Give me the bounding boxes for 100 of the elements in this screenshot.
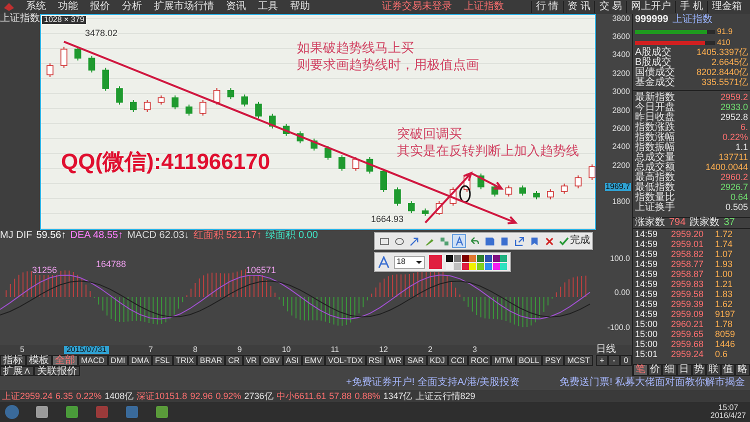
taskbar-app-icon[interactable] [154, 404, 170, 420]
axis-label: 2200 [612, 162, 630, 170]
nav-button[interactable]: 交 易 [594, 1, 626, 13]
palette-swatch[interactable] [477, 254, 484, 262]
palette-swatch[interactable] [500, 254, 508, 262]
stat-value: 137711 [718, 153, 748, 163]
tick-time: 14:59 [635, 290, 659, 298]
palette-swatch[interactable] [484, 254, 492, 262]
stat-value: 6. [740, 123, 748, 133]
palette-swatch[interactable] [484, 262, 492, 270]
candle [172, 94, 178, 110]
palette-swatch[interactable] [492, 262, 500, 270]
ad-link[interactable]: 免费送门票! 私募大佬面对面教你解市揭金 [560, 378, 746, 388]
indicator-tab[interactable]: BRAR [196, 355, 226, 366]
menu-item[interactable]: 扩展市场行情 [154, 1, 214, 13]
current-price-label: 1969.7 [604, 182, 631, 191]
nav-button[interactable]: 手 机 [675, 1, 707, 13]
indicator-tab[interactable]: PSY [542, 355, 564, 366]
menu-item[interactable]: 帮助 [290, 1, 310, 13]
zoom-button[interactable]: - [608, 355, 620, 366]
tool-button[interactable] [512, 234, 526, 248]
tick-volume: 0.6 [715, 350, 728, 358]
indicator-tab[interactable]: BOLL [516, 355, 542, 366]
macd-reading: MACD 62.03↓ [127, 231, 190, 241]
tick-volume: 1.83 [715, 290, 733, 298]
indicator-tab[interactable]: TRIX [172, 355, 197, 366]
stat-label: 昨日收盘 [635, 113, 675, 123]
taskbar-app-icon[interactable] [124, 404, 140, 420]
indicator-tab[interactable]: DMA [128, 355, 152, 366]
menu-item[interactable]: 资讯 [226, 1, 246, 13]
stat-value: 335.5571亿 [701, 78, 748, 88]
quote-tab[interactable]: 略 [735, 364, 750, 376]
indicator-tab[interactable]: ROC [468, 355, 492, 366]
font-size-select[interactable]: 18 [394, 256, 425, 268]
palette-swatch[interactable] [454, 262, 461, 270]
undo-icon [468, 236, 480, 246]
menu-item[interactable]: 工具 [258, 1, 278, 13]
candle [408, 200, 415, 214]
menu-item[interactable]: 系统 [26, 1, 46, 13]
save-icon [484, 236, 494, 246]
nav-button[interactable]: 资 讯 [562, 1, 594, 13]
stat-label: 指数振幅 [635, 143, 675, 153]
start-button-icon[interactable] [4, 404, 20, 420]
indicator-tab[interactable]: CCI [448, 355, 468, 366]
nav-button[interactable]: 网上开户 [626, 1, 676, 13]
stat-value: 2926.7 [720, 183, 748, 193]
palette-swatch[interactable] [469, 262, 476, 270]
nav-button[interactable]: 理金箱 [707, 1, 746, 13]
menu-item[interactable]: 分析 [122, 1, 142, 13]
done-button[interactable]: 完成 [557, 236, 590, 246]
indicator-tab[interactable]: VR [242, 355, 260, 366]
indicator-tab[interactable]: WR [385, 355, 404, 366]
indicator-tab[interactable]: MCST [564, 355, 593, 366]
indicator-tab[interactable]: CR [225, 355, 243, 366]
indicator-tab[interactable]: MACD [78, 355, 108, 366]
candle [366, 156, 374, 174]
indicator-tab[interactable]: RSI [366, 355, 386, 366]
axis-label: 2600 [612, 124, 630, 133]
candle [450, 186, 456, 206]
indicator-tab[interactable]: ASI [282, 355, 302, 366]
tick-price: 2959.09 [671, 310, 705, 318]
zoom-button[interactable]: 0 [620, 355, 632, 366]
palette-swatch[interactable] [492, 254, 500, 262]
indicator-tab[interactable]: OBV [260, 355, 283, 366]
palette-swatch[interactable] [446, 262, 454, 270]
tick-price: 2958.77 [671, 260, 705, 268]
current-color-swatch[interactable] [428, 255, 442, 269]
nav-button[interactable]: 行 情 [530, 1, 563, 13]
stat-label: A股成交 [635, 48, 672, 58]
palette-swatch[interactable] [446, 254, 454, 262]
palette-swatch[interactable] [477, 262, 484, 270]
indicator-tab[interactable]: VOL-TDX [325, 355, 366, 366]
candle [436, 200, 443, 216]
palette-swatch[interactable] [462, 262, 469, 270]
zoom-button[interactable]: + [596, 355, 608, 366]
taskbar-app-icon[interactable] [34, 404, 50, 420]
taskbar-app-icon[interactable] [64, 404, 80, 420]
indicator-tab[interactable]: DMI [108, 355, 128, 366]
stat-value: 2960.2 [720, 173, 748, 183]
macd-value-label: 31256 [32, 266, 58, 275]
menu-item[interactable]: 报价 [90, 1, 110, 13]
app-logo-icon [4, 2, 14, 12]
palette-swatch[interactable] [462, 254, 469, 262]
palette-swatch[interactable] [500, 262, 508, 270]
palette-swatch[interactable] [469, 254, 476, 262]
candle [478, 173, 484, 190]
tool-button[interactable] [452, 234, 466, 248]
status-item: 0.88% [354, 392, 380, 400]
tick-time: 14:59 [635, 230, 659, 238]
indicator-tab[interactable]: SAR [404, 355, 427, 366]
palette-swatch[interactable] [454, 254, 461, 262]
indicator-tab[interactable]: 指标 [0, 355, 26, 366]
indicator-tab[interactable]: KDJ [426, 355, 448, 366]
stat-label: 指数涨幅 [635, 133, 675, 143]
ad-link[interactable]: +免费证券开户! 全面支持A/港/美股投资 [346, 378, 520, 388]
indicator-tab[interactable]: FSL [152, 355, 173, 366]
indicator-tab[interactable]: EMV [302, 355, 325, 366]
status-item: 0.22% [76, 392, 102, 400]
menu-item[interactable]: 功能 [58, 1, 78, 13]
indicator-tab[interactable]: MTM [491, 355, 516, 366]
